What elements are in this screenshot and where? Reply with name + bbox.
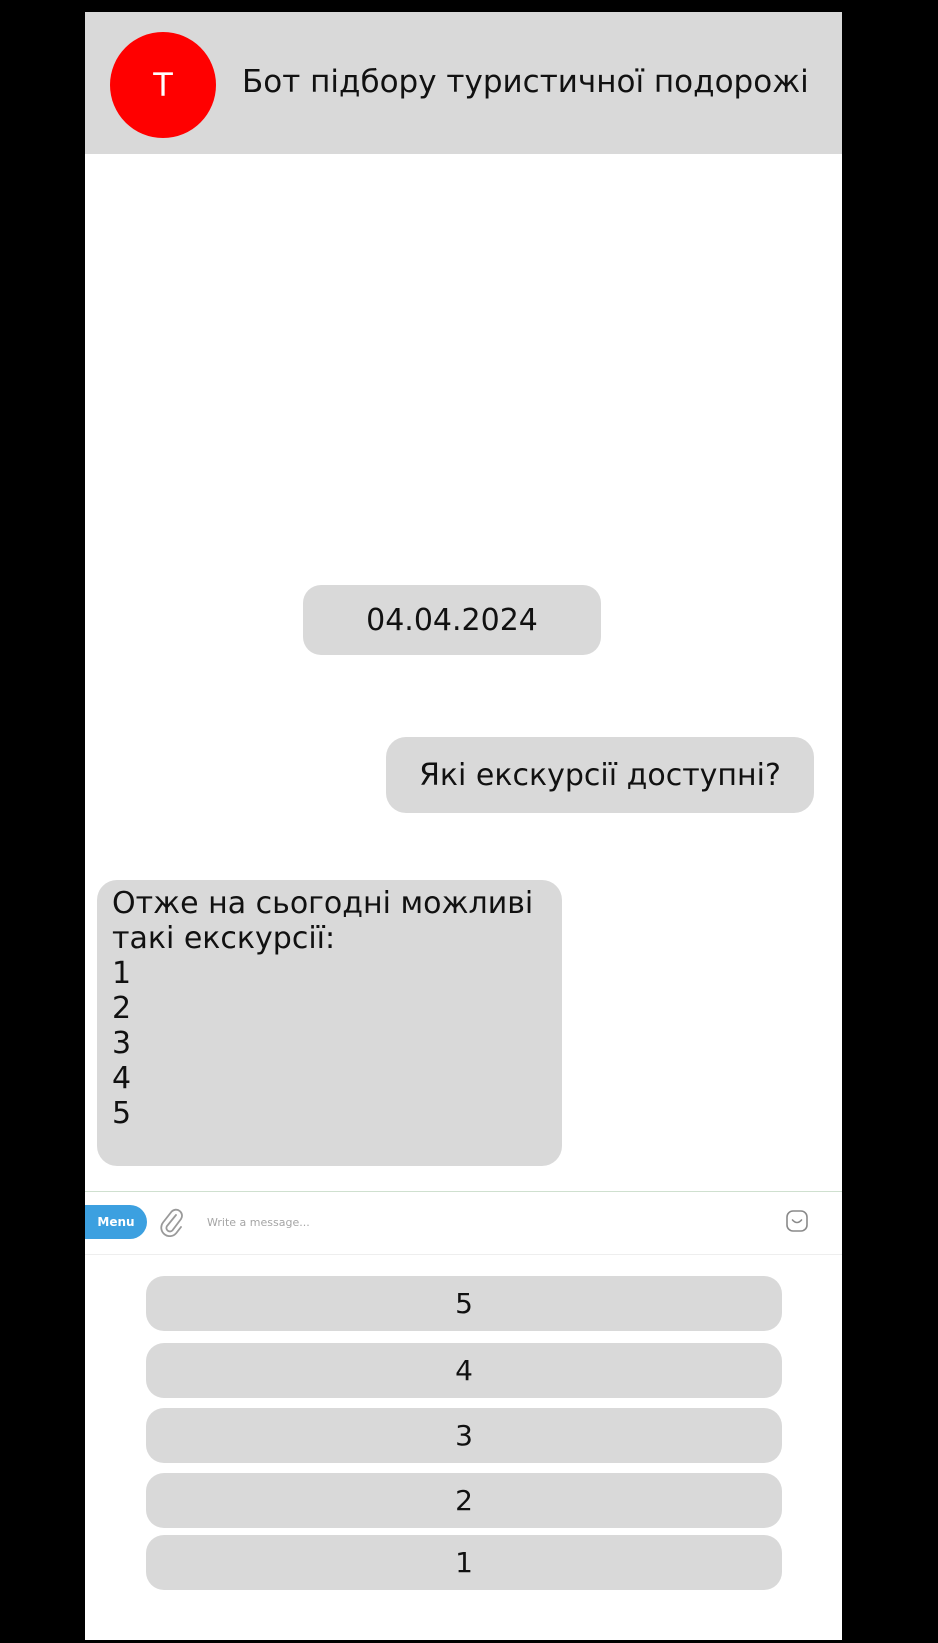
reply-button-5[interactable]: 5 xyxy=(146,1276,782,1331)
incoming-message-line: 1 xyxy=(112,956,132,991)
date-separator: 04.04.2024 xyxy=(303,585,601,655)
phone-screen: T Бот підбору туристичної подорожі 04.04… xyxy=(85,12,842,1640)
outgoing-message: Які екскурсії доступні? xyxy=(386,737,814,813)
bot-avatar[interactable]: T xyxy=(110,32,216,138)
incoming-message-line: 4 xyxy=(112,1061,132,1096)
reply-button-2[interactable]: 2 xyxy=(146,1473,782,1528)
outgoing-message-text: Які екскурсії доступні? xyxy=(419,757,781,793)
message-composer: Menu xyxy=(85,1191,842,1255)
avatar-letter: T xyxy=(153,66,173,104)
paperclip-icon[interactable] xyxy=(159,1207,185,1237)
emoji-icon[interactable] xyxy=(785,1209,809,1233)
reply-button-3[interactable]: 3 xyxy=(146,1408,782,1463)
date-label: 04.04.2024 xyxy=(366,602,538,638)
reply-button-label: 4 xyxy=(455,1354,473,1387)
reply-button-4[interactable]: 4 xyxy=(146,1343,782,1398)
reply-button-label: 1 xyxy=(455,1546,473,1579)
menu-button[interactable]: Menu xyxy=(85,1205,147,1239)
reply-button-label: 5 xyxy=(455,1287,473,1320)
incoming-message-line: 5 xyxy=(112,1096,132,1131)
reply-button-1[interactable]: 1 xyxy=(146,1535,782,1590)
incoming-message-line: 3 xyxy=(112,1026,132,1061)
reply-button-label: 2 xyxy=(455,1484,473,1517)
incoming-message-line: такі екскурсії: xyxy=(112,921,336,956)
menu-button-label: Menu xyxy=(97,1215,135,1229)
chat-title[interactable]: Бот підбору туристичної подорожі xyxy=(242,64,809,100)
incoming-message: Отже на сьогодні можливі такі екскурсії:… xyxy=(97,880,562,1166)
incoming-message-line: 2 xyxy=(112,991,132,1026)
reply-button-label: 3 xyxy=(455,1419,473,1452)
incoming-message-line: Отже на сьогодні можливі xyxy=(112,886,534,921)
message-input[interactable] xyxy=(205,1206,729,1238)
chat-header: T Бот підбору туристичної подорожі xyxy=(85,12,842,154)
